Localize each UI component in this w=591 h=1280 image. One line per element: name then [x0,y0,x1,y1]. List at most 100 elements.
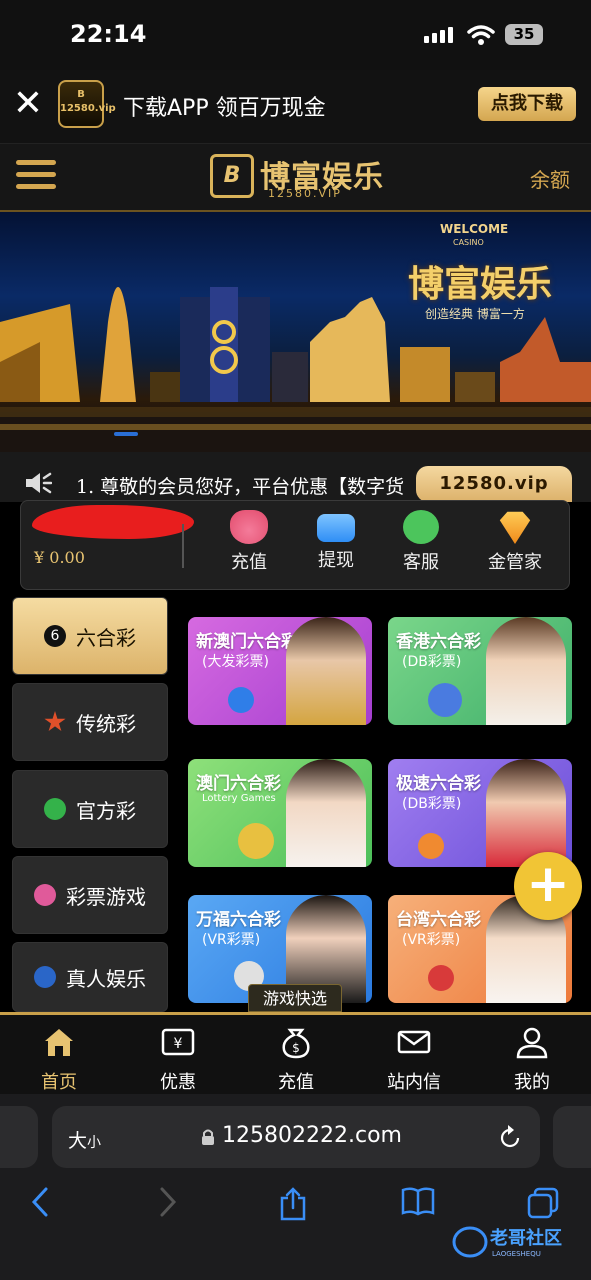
domain-tag: 12580.vip [416,466,572,502]
brand-subtitle: 12580.VIP [268,187,342,200]
forward-icon[interactable] [158,1186,178,1218]
game-card-macau[interactable]: 澳门六合彩 Lottery Games [188,759,372,867]
watermark-subtext: LAOGESHEQU [492,1250,541,1258]
nav-label: 优惠 [160,1072,196,1093]
nav-label: 首页 [41,1072,77,1093]
number-six-icon: 6 [44,625,66,647]
speaker-icon [26,472,52,494]
notice-text: 1. 尊敬的会员您好，平台优惠【数字货 [76,476,405,498]
nav-label: 充值 [278,1072,314,1093]
nav-messages[interactable]: 站内信 [369,1024,459,1094]
game-card-new-macau[interactable]: 新澳门六合彩 (大发彩票) [188,617,372,725]
money-bag-icon [230,510,268,544]
banner-slogan: 创造经典 博富一方 [425,307,525,321]
hero-banner[interactable] [0,212,591,452]
url-text[interactable]: 125802222.com [222,1123,402,1148]
watermark-text: 老哥社区 [490,1227,562,1249]
nav-promotions[interactable]: ¥ 优惠 [133,1024,223,1094]
butler-action[interactable]: 金管家 [480,510,550,574]
app-logo-text: 12580.vip [60,103,116,114]
bauhinia-icon [428,683,462,717]
game-title: 台湾六合彩 [396,910,481,930]
brand-logo-icon: B [210,154,254,198]
next-tab-preview[interactable] [553,1106,591,1168]
previous-tab-preview[interactable] [0,1106,38,1168]
star-icon [44,711,66,732]
share-icon[interactable] [278,1186,308,1222]
wallet-divider [182,524,184,568]
nav-label: 站内信 [387,1072,441,1093]
close-icon[interactable]: ✕ [12,86,44,122]
category-liuhecai[interactable]: 6 六合彩 [12,597,168,675]
model-image [486,759,566,867]
support-action[interactable]: 客服 [386,510,456,574]
butler-label: 金管家 [488,552,542,573]
banner-casino: CASINO [453,238,484,247]
chat-icon [403,510,439,544]
money-bag-icon: $ [282,1028,310,1059]
game-card-speed[interactable]: 极速六合彩 (DB彩票) [388,759,572,867]
cellular-signal-icon [424,27,453,43]
game-title: 极速六合彩 [396,774,481,794]
back-icon[interactable] [30,1186,50,1218]
banner-welcome: WELCOME [440,222,509,236]
floating-add-button[interactable]: + [514,852,582,920]
chip-icon [34,966,56,988]
support-label: 客服 [403,552,439,573]
watermark-logo: 老哥社区 LAOGESHEQU [452,1220,580,1260]
game-subtitle: (大发彩票) [202,654,269,670]
category-traditional[interactable]: 传统彩 [12,683,168,761]
category-label: 真人娱乐 [66,966,146,991]
clover-icon [44,798,66,820]
category-label: 彩票游戏 [66,884,146,909]
withdraw-action[interactable]: 提现 [301,510,371,572]
tabs-icon[interactable] [526,1186,560,1220]
quick-pick-tab[interactable]: 游戏快选 [248,984,342,1012]
banner-title: 博富娱乐 [408,264,553,305]
svg-text:¥: ¥ [174,1036,183,1052]
lottery-ball-icon [418,833,444,859]
category-lottery-games[interactable]: 彩票游戏 [12,856,168,934]
menu-icon[interactable] [16,160,56,194]
category-official[interactable]: 官方彩 [12,770,168,848]
bookmarks-icon[interactable] [400,1186,436,1216]
category-label: 官方彩 [76,798,136,823]
game-subtitle: (DB彩票) [402,796,462,812]
model-image [286,759,366,867]
deposit-label: 充值 [231,552,267,573]
reload-icon[interactable] [498,1124,522,1150]
game-card-hongkong[interactable]: 香港六合彩 (DB彩票) [388,617,572,725]
game-subtitle: (VR彩票) [402,932,461,948]
lottery-ball-icon [428,965,454,991]
category-live-casino[interactable]: 真人娱乐 [12,942,168,1012]
lottery-ball-icon [238,823,274,859]
wifi-icon [467,25,495,45]
game-subtitle: Lottery Games [202,793,276,804]
download-button[interactable]: 点我下载 [478,87,576,121]
model-image [486,617,566,725]
category-label: 传统彩 [76,711,136,736]
lock-icon [202,1129,214,1145]
nav-profile[interactable]: 我的 [487,1024,577,1094]
nav-label: 我的 [514,1072,550,1093]
city-skyline-image [0,287,591,452]
svg-text:$: $ [292,1041,300,1055]
game-title: 香港六合彩 [396,632,481,652]
mail-icon [397,1030,431,1054]
category-label: 六合彩 [76,625,136,650]
game-subtitle: (DB彩票) [402,654,462,670]
game-title: 万福六合彩 [196,910,281,930]
text-size-button[interactable]: 大小 [68,1126,101,1153]
withdraw-label: 提现 [318,550,354,571]
lottery-ball-icon [228,687,254,713]
status-time: 22:14 [70,20,147,48]
nav-home[interactable]: 首页 [14,1024,104,1094]
user-icon [516,1027,548,1059]
model-image [286,617,366,725]
deposit-action[interactable]: 充值 [214,510,284,574]
balance-link[interactable]: 余额 [530,164,570,193]
carousel-indicator[interactable] [114,432,138,436]
nav-deposit[interactable]: $ 充值 [251,1024,341,1094]
coupon-icon: ¥ [161,1028,195,1056]
redacted-username [32,505,194,539]
